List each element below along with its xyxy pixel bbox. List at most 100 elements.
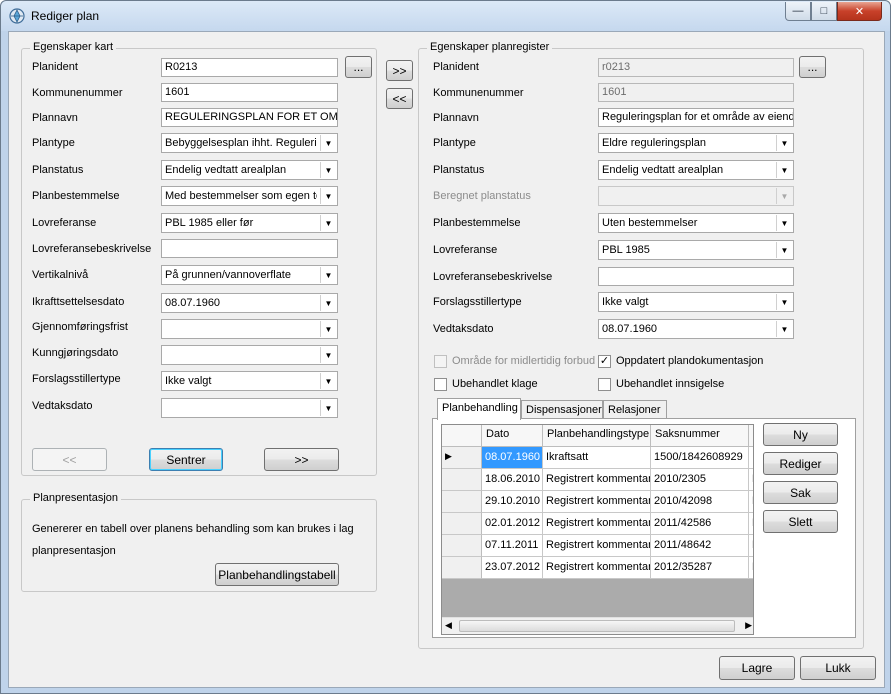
chevron-down-icon[interactable]: ▼	[320, 135, 336, 151]
table-row[interactable]: 29.10.2010 Registrert kommentar 2010/420…	[442, 491, 753, 513]
chevron-down-icon[interactable]: ▼	[320, 347, 336, 363]
tab-relasjoner[interactable]: Relasjoner	[603, 400, 667, 420]
tab-planbehandling[interactable]: Planbehandling	[437, 398, 521, 420]
chevron-down-icon[interactable]: ▼	[320, 188, 336, 204]
cell-saksnummer[interactable]: 1500/1842608929	[651, 447, 749, 469]
table-row[interactable]: 02.01.2012 Registrert kommentar 2011/425…	[442, 513, 753, 535]
tab-dispensasjoner[interactable]: Dispensasjoner	[521, 400, 603, 420]
cell-dato[interactable]: 02.01.2012	[482, 513, 543, 535]
chevron-down-icon[interactable]: ▼	[320, 162, 336, 178]
register-plantype-select[interactable]: Eldre reguleringsplan ▼	[598, 133, 794, 153]
chevron-down-icon[interactable]: ▼	[320, 295, 336, 311]
cell-extra[interactable]: D	[749, 557, 753, 579]
chevron-down-icon[interactable]: ▼	[776, 294, 792, 310]
kommunenummer-field[interactable]: 1601	[161, 83, 338, 102]
table-row[interactable]: 18.06.2010 Registrert kommentar 2010/230…	[442, 469, 753, 491]
vedtaksdato-date-picker[interactable]: ▼	[161, 398, 338, 418]
close-window-button[interactable]: ✕	[837, 2, 882, 21]
copy-to-right-button[interactable]: >>	[386, 60, 413, 81]
chevron-down-icon[interactable]: ▼	[776, 215, 792, 231]
cell-dato[interactable]: 07.11.2011	[482, 535, 543, 557]
cell-extra[interactable]: D	[749, 491, 753, 513]
chevron-down-icon[interactable]: ▼	[320, 267, 336, 283]
table-row[interactable]: 07.11.2011 Registrert kommentar 2011/486…	[442, 535, 753, 557]
forslagsstillertype-select[interactable]: Ikke valgt ▼	[161, 371, 338, 391]
planstatus-select[interactable]: Endelig vedtatt arealplan ▼	[161, 160, 338, 180]
register-plannavn-field[interactable]: Reguleringsplan for et område av eiendom	[598, 108, 794, 127]
column-header-planbehandlingstype[interactable]: Planbehandlingstype	[543, 425, 651, 447]
maximize-button[interactable]: □	[811, 2, 837, 21]
save-button[interactable]: Lagre	[719, 656, 795, 680]
ubehandlet-klage-checkbox[interactable]	[434, 378, 447, 391]
planident-field[interactable]: R0213	[161, 58, 338, 77]
horizontal-scrollbar[interactable]: ◀ ▶	[442, 617, 753, 634]
cell-dato[interactable]: 08.07.1960	[482, 447, 543, 469]
column-header-dato[interactable]: Dato	[482, 425, 543, 447]
cell-saksnummer[interactable]: 2011/42586	[651, 513, 749, 535]
minimize-button[interactable]: —	[785, 2, 811, 21]
cell-planbehandlingstype[interactable]: Ikraftsatt	[543, 447, 651, 469]
cell-planbehandlingstype[interactable]: Registrert kommentar	[543, 491, 651, 513]
cell-dato[interactable]: 29.10.2010	[482, 491, 543, 513]
vertikalniva-select[interactable]: På grunnen/vannoverflate ▼	[161, 265, 338, 285]
cell-extra[interactable]: D	[749, 513, 753, 535]
cell-planbehandlingstype[interactable]: Registrert kommentar	[543, 469, 651, 491]
next-plan-button[interactable]: >>	[264, 448, 339, 471]
ny-button[interactable]: Ny	[763, 423, 838, 446]
chevron-down-icon[interactable]: ▼	[320, 373, 336, 389]
close-button[interactable]: Lukk	[800, 656, 876, 680]
oppdatert-plandokumentasjon-checkbox[interactable]: ✓	[598, 355, 611, 368]
cell-extra[interactable]: D	[749, 535, 753, 557]
gjennomforingsfrist-date-picker[interactable]: ▼	[161, 319, 338, 339]
row-header[interactable]	[442, 513, 482, 535]
cell-saksnummer[interactable]: 2010/42098	[651, 491, 749, 513]
register-planbestemmelse-select[interactable]: Uten bestemmelser ▼	[598, 213, 794, 233]
register-planident-browse-button[interactable]: ...	[799, 56, 826, 78]
chevron-down-icon[interactable]: ▼	[776, 242, 792, 258]
title-bar[interactable]: Rediger plan — □ ✕	[1, 1, 890, 31]
planbehandling-grid[interactable]: Dato Planbehandlingstype Saksnummer ▶ 08…	[441, 424, 754, 635]
plantype-select[interactable]: Bebyggelsesplan ihht. Regulering ▼	[161, 133, 338, 153]
chevron-down-icon[interactable]: ▼	[320, 215, 336, 231]
register-vedtaksdato-date-picker[interactable]: 08.07.1960 ▼	[598, 319, 794, 339]
cell-dato[interactable]: 23.07.2012	[482, 557, 543, 579]
row-header[interactable]	[442, 557, 482, 579]
current-row-indicator-icon[interactable]: ▶	[442, 447, 482, 469]
table-row[interactable]: ▶ 08.07.1960 Ikraftsatt 1500/1842608929 …	[442, 447, 753, 469]
scroll-right-icon[interactable]: ▶	[745, 620, 752, 631]
cell-planbehandlingstype[interactable]: Registrert kommentar	[543, 557, 651, 579]
lovreferansebeskrivelse-field[interactable]	[161, 239, 338, 258]
lovreferanse-select[interactable]: PBL 1985 eller før ▼	[161, 213, 338, 233]
ikrafttredelse-date-picker[interactable]: 08.07.1960 ▼	[161, 293, 338, 313]
chevron-down-icon[interactable]: ▼	[776, 162, 792, 178]
row-header[interactable]	[442, 535, 482, 557]
register-planstatus-select[interactable]: Endelig vedtatt arealplan ▼	[598, 160, 794, 180]
cell-extra[interactable]: D	[749, 469, 753, 491]
scrollbar-thumb[interactable]	[459, 620, 735, 632]
cell-saksnummer[interactable]: 2010/2305	[651, 469, 749, 491]
previous-plan-button[interactable]: <<	[32, 448, 107, 471]
scroll-left-icon[interactable]: ◀	[445, 620, 452, 631]
planbestemmelse-select[interactable]: Med bestemmelser som egen tek ▼	[161, 186, 338, 206]
column-header-saksnummer[interactable]: Saksnummer	[651, 425, 749, 447]
ubehandlet-innsigelse-checkbox[interactable]	[598, 378, 611, 391]
copy-to-left-button[interactable]: <<	[386, 88, 413, 109]
cell-planbehandlingstype[interactable]: Registrert kommentar	[543, 535, 651, 557]
plannavn-field[interactable]: REGULERINGSPLAN FOR ET OMRÅDE	[161, 108, 338, 127]
register-forslagsstillertype-select[interactable]: Ikke valgt ▼	[598, 292, 794, 312]
register-lovreferansebeskrivelse-field[interactable]	[598, 267, 794, 286]
chevron-down-icon[interactable]: ▼	[776, 321, 792, 337]
table-row[interactable]: 23.07.2012 Registrert kommentar 2012/352…	[442, 557, 753, 579]
row-header[interactable]	[442, 491, 482, 513]
cell-planbehandlingstype[interactable]: Registrert kommentar	[543, 513, 651, 535]
cell-saksnummer[interactable]: 2012/35287	[651, 557, 749, 579]
cell-saksnummer[interactable]: 2011/48642	[651, 535, 749, 557]
chevron-down-icon[interactable]: ▼	[320, 400, 336, 416]
register-lovreferanse-select[interactable]: PBL 1985 ▼	[598, 240, 794, 260]
center-button[interactable]: Sentrer	[149, 448, 223, 471]
column-header-extra[interactable]	[749, 425, 753, 447]
planident-browse-button[interactable]: ...	[345, 56, 372, 78]
slett-button[interactable]: Slett	[763, 510, 838, 533]
planbehandlingstabell-button[interactable]: Planbehandlingstabell	[215, 563, 339, 586]
cell-extra[interactable]: Ik	[749, 447, 753, 469]
